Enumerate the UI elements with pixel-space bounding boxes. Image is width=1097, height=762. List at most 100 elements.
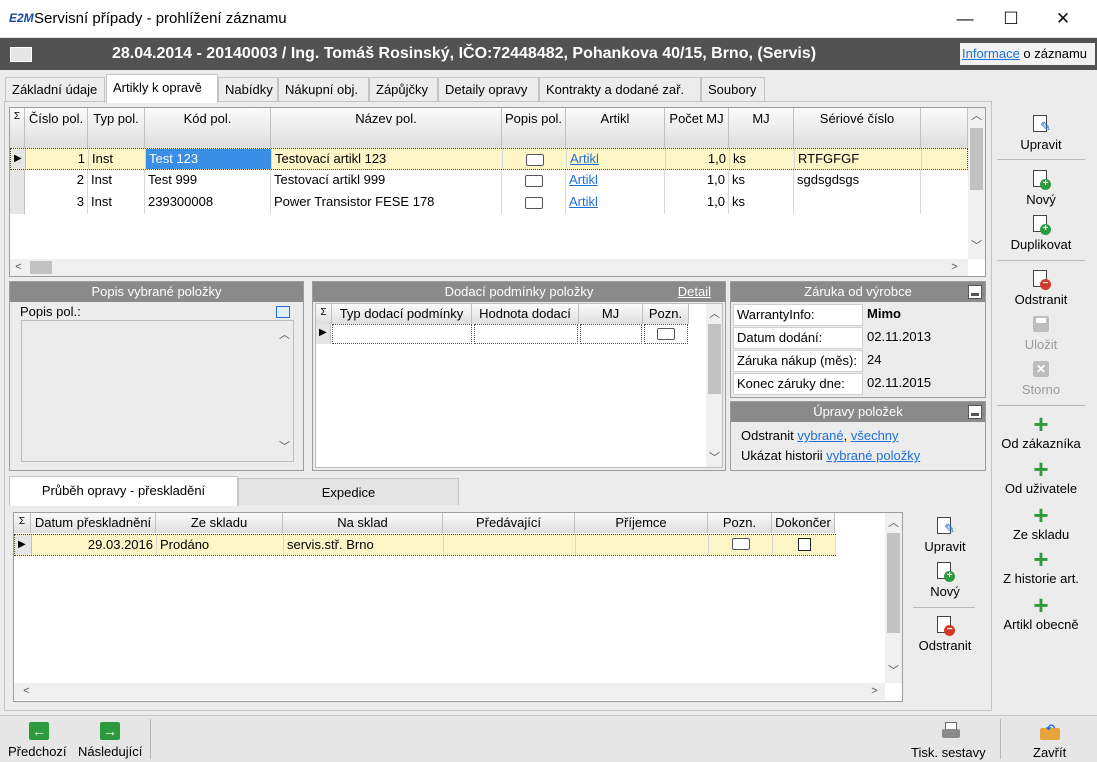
save-button[interactable]: Uložit [992, 315, 1090, 352]
col-typ-dodaci[interactable]: Typ dodací podmínky [332, 304, 472, 324]
col-mj[interactable]: MJ [729, 108, 794, 148]
scroll-left-icon[interactable]: < [10, 259, 27, 276]
col-cislo-pol[interactable]: Číslo pol. [25, 108, 88, 148]
col-ze-skladu[interactable]: Ze skladu [156, 513, 283, 533]
collapse-icon[interactable] [968, 405, 982, 419]
popis-textarea[interactable]: ︿ ﹀ [21, 320, 294, 462]
artikl-link[interactable]: Artikl [570, 151, 599, 166]
tab-detaily-opravy[interactable]: Detaily opravy [438, 77, 539, 102]
historie-link[interactable]: vybrané položky [826, 448, 920, 463]
sigma-icon[interactable]: Σ [14, 513, 31, 533]
cell-hodnota[interactable] [474, 324, 578, 344]
tab-soubory[interactable]: Soubory [701, 77, 765, 102]
edit-button[interactable]: ✎ Upravit [992, 115, 1090, 152]
general-article-button[interactable]: + Artikl obecně [992, 592, 1090, 632]
record-info-link[interactable]: Informace [962, 46, 1020, 61]
cell-popis[interactable] [502, 170, 566, 192]
col-artikl[interactable]: Artikl [566, 108, 665, 148]
artikl-link[interactable]: Artikl [569, 172, 598, 187]
scroll-up-icon[interactable]: ︿ [968, 108, 985, 125]
col-mj[interactable]: MJ [579, 304, 643, 324]
col-popis-pol[interactable]: Popis pol. [502, 108, 566, 148]
cell-artikl[interactable]: Artikl [566, 192, 665, 214]
cell-typ-dodaci[interactable] [332, 324, 472, 344]
from-customer-button[interactable]: + Od zákazníka [992, 411, 1090, 451]
note-icon[interactable] [525, 154, 544, 166]
delete-button[interactable]: − Odstranit [992, 270, 1090, 307]
cell-popis[interactable] [503, 149, 567, 169]
cell-artikl[interactable]: Artikl [566, 170, 665, 192]
scroll-right-icon[interactable]: > [946, 259, 963, 276]
artikl-link[interactable]: Artikl [569, 194, 598, 209]
tab-artikly-k-oprave[interactable]: Artikly k opravě [106, 74, 218, 103]
cell-pozn[interactable] [709, 535, 773, 555]
col-predavajici[interactable]: Předávající [443, 513, 575, 533]
cell-popis[interactable] [502, 192, 566, 214]
scroll-down-icon[interactable]: ﹀ [968, 238, 985, 255]
table-row[interactable]: 3 Inst 239300008 Power Transistor FESE 1… [10, 192, 968, 214]
table-row[interactable]: 2 Inst Test 999 Testovací artikl 999 Art… [10, 170, 968, 192]
from-user-button[interactable]: + Od uživatele [992, 456, 1090, 496]
col-seriove-cislo[interactable]: Sériové číslo [794, 108, 921, 148]
scroll-down-icon[interactable]: ﹀ [706, 450, 722, 467]
expand-editor-icon[interactable] [276, 306, 290, 318]
tab-zakladni-udaje[interactable]: Základní údaje [5, 77, 105, 102]
scroll-down-icon[interactable]: ﹀ [276, 439, 293, 456]
scroll-right-icon[interactable]: > [866, 683, 883, 700]
items-vertical-scrollbar[interactable]: ︿ ﹀ [968, 108, 985, 259]
cell-pozn[interactable] [644, 324, 688, 344]
cancel-button[interactable]: ✕ Storno [992, 360, 1090, 397]
col-pozn[interactable]: Pozn. [708, 513, 772, 533]
note-icon[interactable] [657, 328, 675, 340]
col-na-sklad[interactable]: Na sklad [283, 513, 443, 533]
col-pozn[interactable]: Pozn. [643, 304, 689, 324]
col-hodnota-dodaci[interactable]: Hodnota dodací [472, 304, 579, 324]
cell-artikl[interactable]: Artikl [567, 149, 666, 169]
col-typ-pol[interactable]: Typ pol. [88, 108, 145, 148]
cell-kod[interactable]: Test 123 [146, 149, 272, 169]
tab-kontrakty[interactable]: Kontrakty a dodané zař. [539, 77, 701, 102]
scroll-up-icon[interactable]: ︿ [706, 306, 722, 323]
close-window-button[interactable]: ✕ [1040, 0, 1086, 38]
note-icon[interactable] [731, 538, 750, 550]
col-dokonceno[interactable]: Dokončer [772, 513, 835, 533]
minimize-button[interactable]: — [942, 0, 988, 38]
note-icon[interactable] [524, 197, 543, 209]
new-button[interactable]: + Nový [992, 170, 1090, 207]
sigma-icon[interactable]: Σ [10, 108, 25, 148]
scroll-thumb[interactable] [970, 128, 983, 190]
table-row[interactable]: ▶ 1 Inst Test 123 Testovací artikl 123 A… [10, 148, 968, 170]
from-history-button[interactable]: + Z historie art. [992, 546, 1090, 586]
scroll-down-icon[interactable]: ﹀ [885, 663, 902, 680]
scroll-thumb[interactable] [30, 261, 52, 274]
table-row[interactable]: ▶ 29.03.2016 Prodáno servis.stř. Brno [14, 534, 836, 556]
transfer-delete-button[interactable]: − Odstranit [896, 616, 994, 653]
collapse-icon[interactable] [968, 285, 982, 299]
transfer-edit-button[interactable]: ✎ Upravit [896, 517, 994, 554]
detail-link[interactable]: Detail [678, 282, 711, 302]
tab-prubeh-opravy[interactable]: Průběh opravy - přeskladění [9, 476, 238, 506]
scroll-thumb[interactable] [708, 324, 721, 394]
maximize-button[interactable]: ☐ [988, 0, 1034, 38]
dokonceno-checkbox[interactable] [797, 538, 811, 551]
sigma-icon[interactable]: Σ [316, 304, 332, 324]
items-horizontal-scrollbar[interactable]: < > [10, 259, 968, 276]
transfer-new-button[interactable]: + Nový [896, 562, 994, 599]
col-datum-preskladneni[interactable]: Datum přeskladnění [31, 513, 156, 533]
scroll-left-icon[interactable]: < [18, 683, 35, 700]
col-prijemce[interactable]: Příjemce [575, 513, 708, 533]
duplicate-button[interactable]: + Duplikovat [992, 215, 1090, 252]
tab-expedice[interactable]: Expedice [238, 478, 459, 505]
col-nazev-pol[interactable]: Název pol. [271, 108, 502, 148]
tab-nakupni-obj[interactable]: Nákupní obj. [278, 77, 369, 102]
odstranit-vybrane-link[interactable]: vybrané [797, 428, 843, 443]
transfer-horizontal-scrollbar[interactable]: < > [14, 683, 885, 700]
from-stock-button[interactable]: + Ze skladu [992, 502, 1090, 542]
tab-zapujcky[interactable]: Zápůjčky [369, 77, 438, 102]
cell-dokonceno[interactable] [773, 535, 836, 555]
scroll-up-icon[interactable]: ︿ [276, 327, 293, 344]
odstranit-vsechny-link[interactable]: všechny [851, 428, 899, 443]
col-kod-pol[interactable]: Kód pol. [145, 108, 271, 148]
table-row[interactable]: ▶ [316, 324, 704, 344]
cell-mj[interactable] [580, 324, 642, 344]
